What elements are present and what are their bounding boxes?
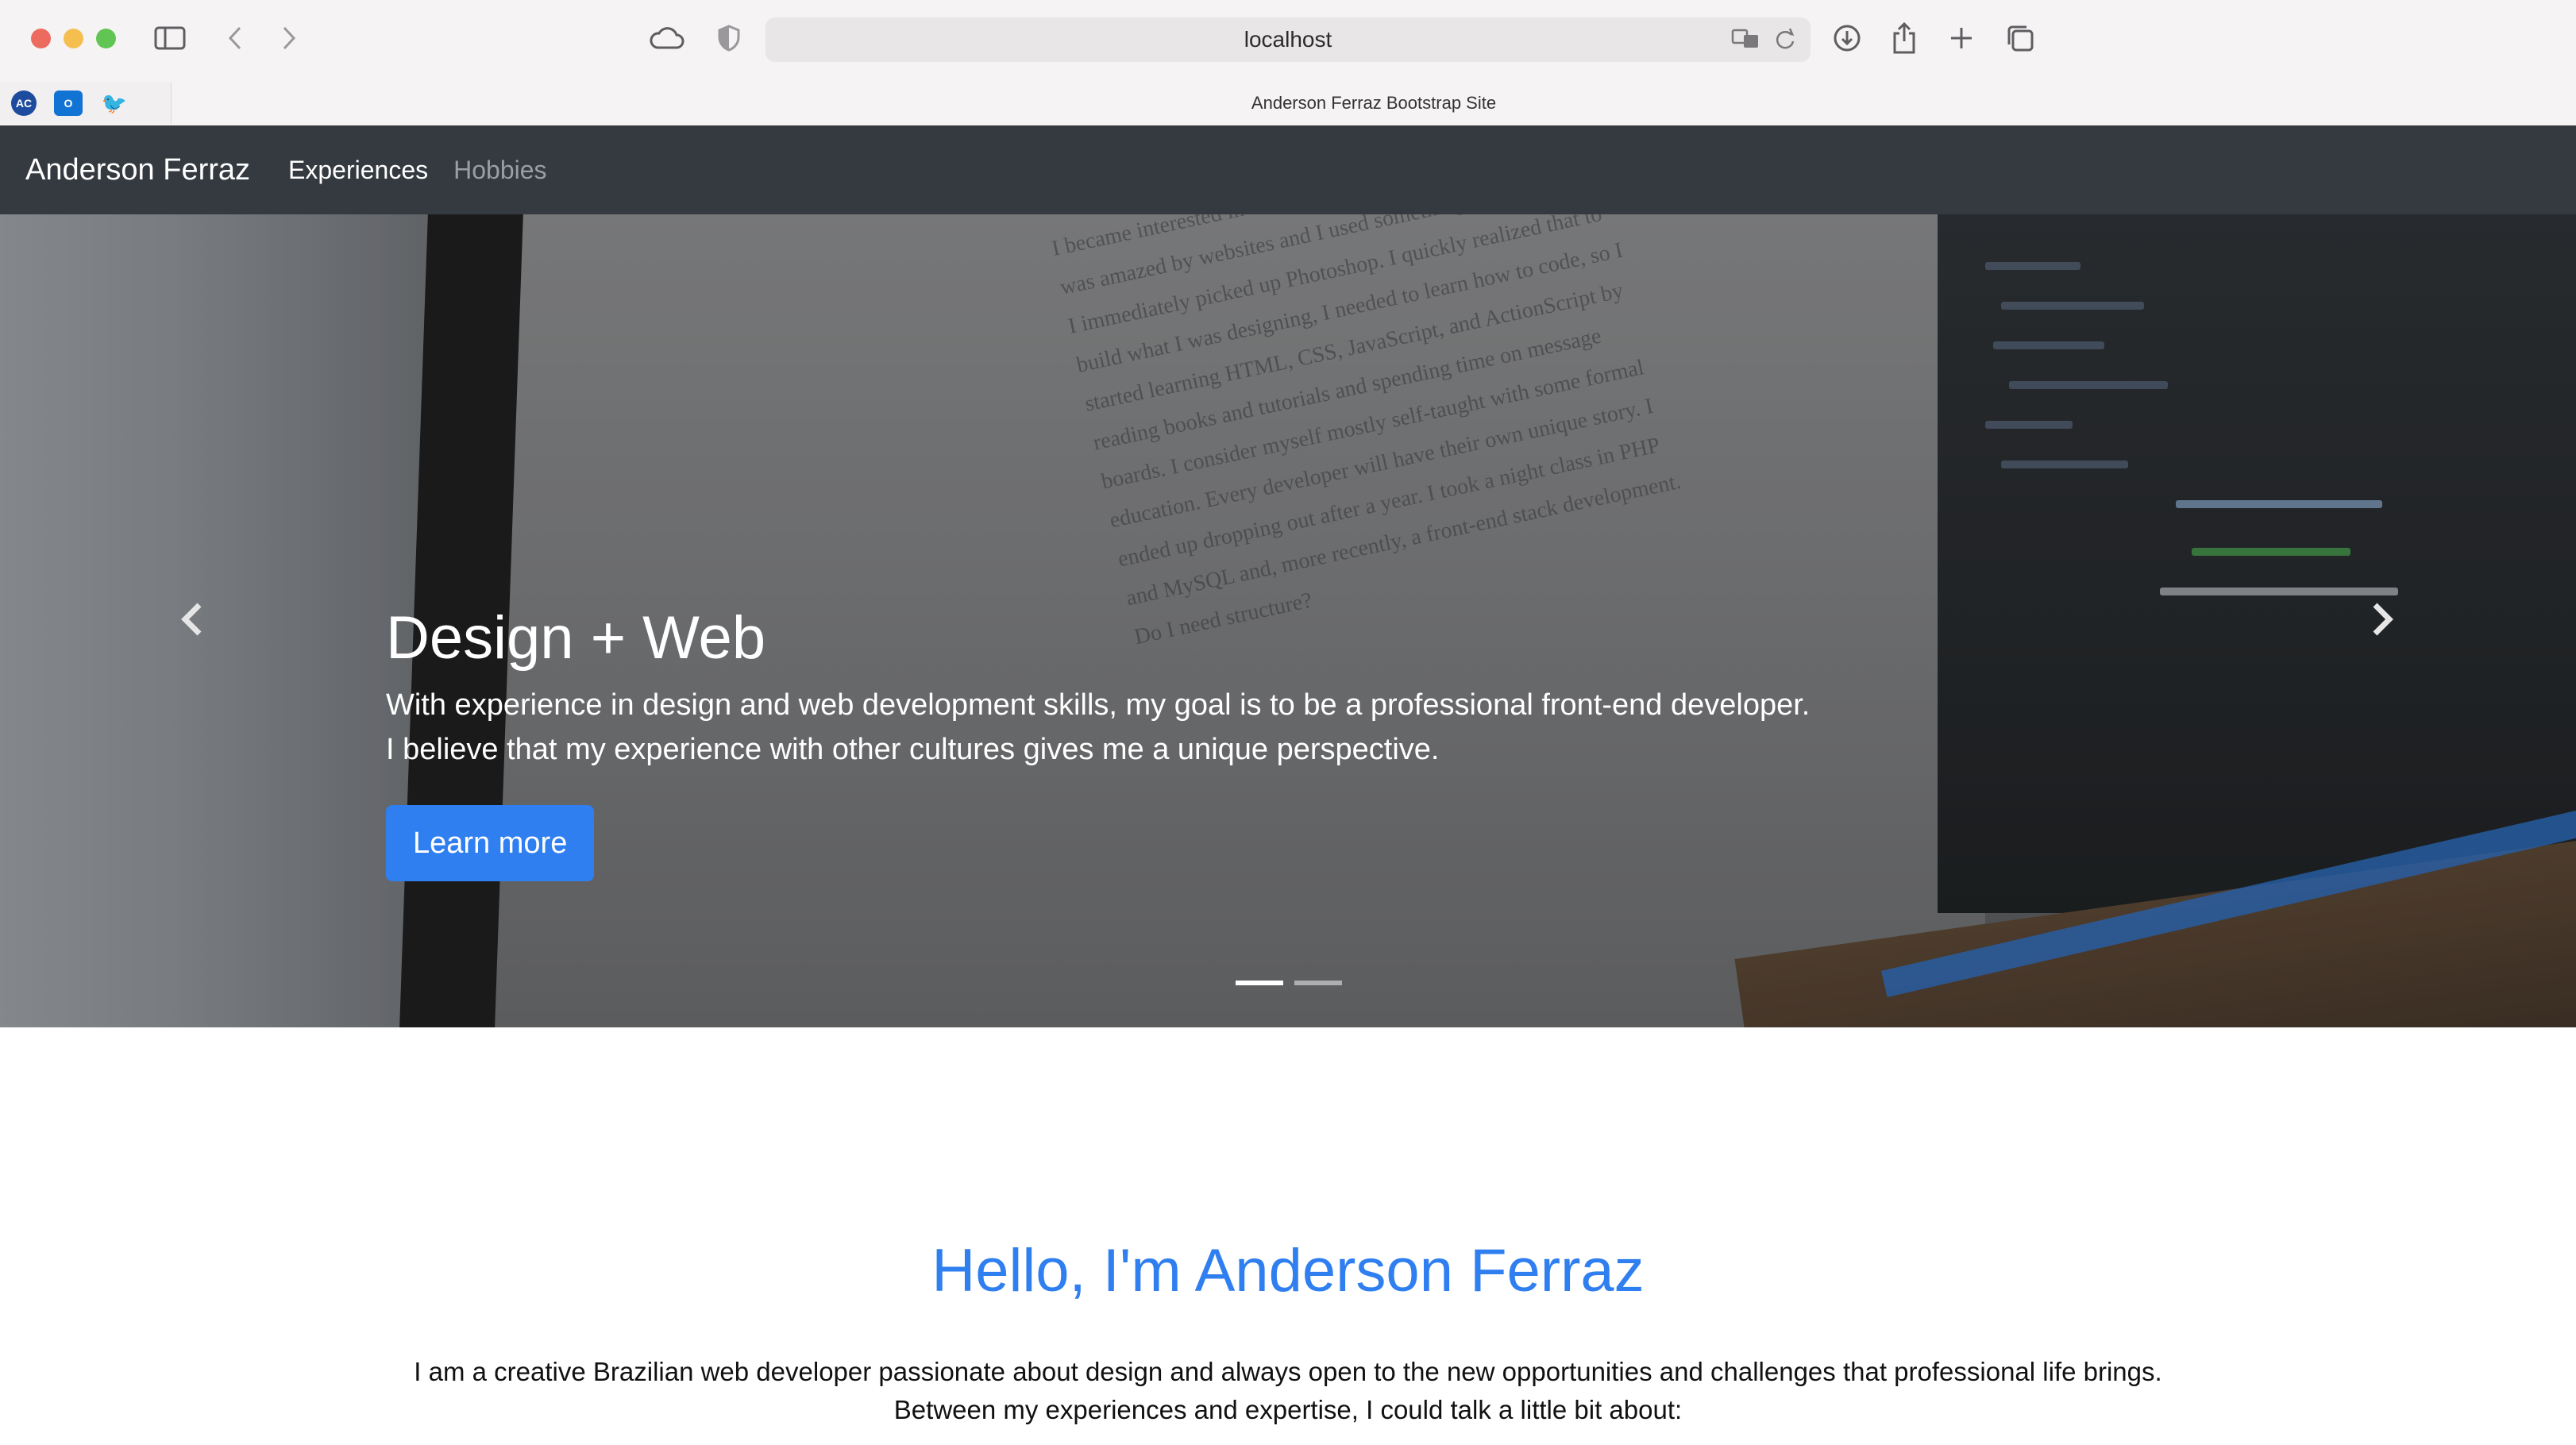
carousel-text: With experience in design and web develo…	[386, 683, 1895, 772]
address-bar[interactable]: localhost	[765, 17, 1811, 62]
hero-carousel: I became interested in design when I got…	[0, 214, 2576, 1027]
carousel-text-line1: With experience in design and web develo…	[386, 688, 1811, 722]
nav-link-experiences[interactable]: Experiences	[288, 156, 428, 185]
carousel-text-line2: I believe that my experience with other …	[386, 733, 1440, 766]
share-icon[interactable]	[1880, 17, 1928, 59]
translate-icon[interactable]	[1731, 27, 1760, 56]
tab-title[interactable]: Anderson Ferraz Bootstrap Site	[172, 83, 2576, 124]
nav-link-hobbies[interactable]: Hobbies	[453, 156, 546, 185]
tab-overview-icon[interactable]	[1996, 17, 2044, 59]
carousel-next-icon[interactable]	[2358, 588, 2406, 651]
carousel-indicator-2[interactable]	[1294, 981, 1342, 985]
privacy-shield-icon[interactable]	[705, 17, 753, 59]
back-icon[interactable]	[211, 17, 259, 59]
favorites-bar: AC O 🐦	[0, 83, 172, 124]
browser-chrome: localhost AC O 🐦 Anderson Ferraz Bootstr…	[0, 0, 2576, 126]
intro-line2: Between my experiences and expertise, I …	[893, 1395, 1683, 1424]
carousel-indicators	[1236, 981, 1342, 985]
site-navbar: Anderson Ferraz Experiences Hobbies	[0, 125, 2576, 214]
intro-heading: Hello, I'm Anderson Ferraz	[931, 1237, 1645, 1304]
intro-paragraph: I am a creative Brazilian web developer …	[0, 1353, 2576, 1429]
reload-icon[interactable]	[1774, 27, 1796, 56]
new-tab-icon[interactable]	[1938, 17, 1985, 59]
outlook-favicon[interactable]: O	[54, 91, 83, 116]
zoom-window-button[interactable]	[96, 29, 116, 48]
ac-favicon[interactable]: AC	[11, 91, 37, 116]
minimize-window-button[interactable]	[64, 29, 83, 48]
icloud-icon[interactable]	[643, 17, 691, 59]
carousel-title: Design + Web	[386, 604, 766, 672]
intro-line1: I am a creative Brazilian web developer …	[414, 1357, 2162, 1386]
navbar-brand[interactable]: Anderson Ferraz	[25, 153, 250, 187]
cardinal-favicon[interactable]: 🐦	[100, 91, 129, 116]
carousel-prev-icon[interactable]	[168, 588, 216, 651]
carousel-indicator-1[interactable]	[1236, 981, 1283, 985]
learn-more-button[interactable]: Learn more	[386, 805, 595, 881]
url-text: localhost	[1244, 27, 1332, 52]
forward-icon[interactable]	[265, 17, 313, 59]
carousel-caption: Design + Web With experience in design a…	[386, 602, 1895, 881]
sidebar-toggle-icon[interactable]	[146, 17, 194, 59]
downloads-icon[interactable]	[1823, 17, 1871, 59]
close-window-button[interactable]	[31, 29, 51, 48]
